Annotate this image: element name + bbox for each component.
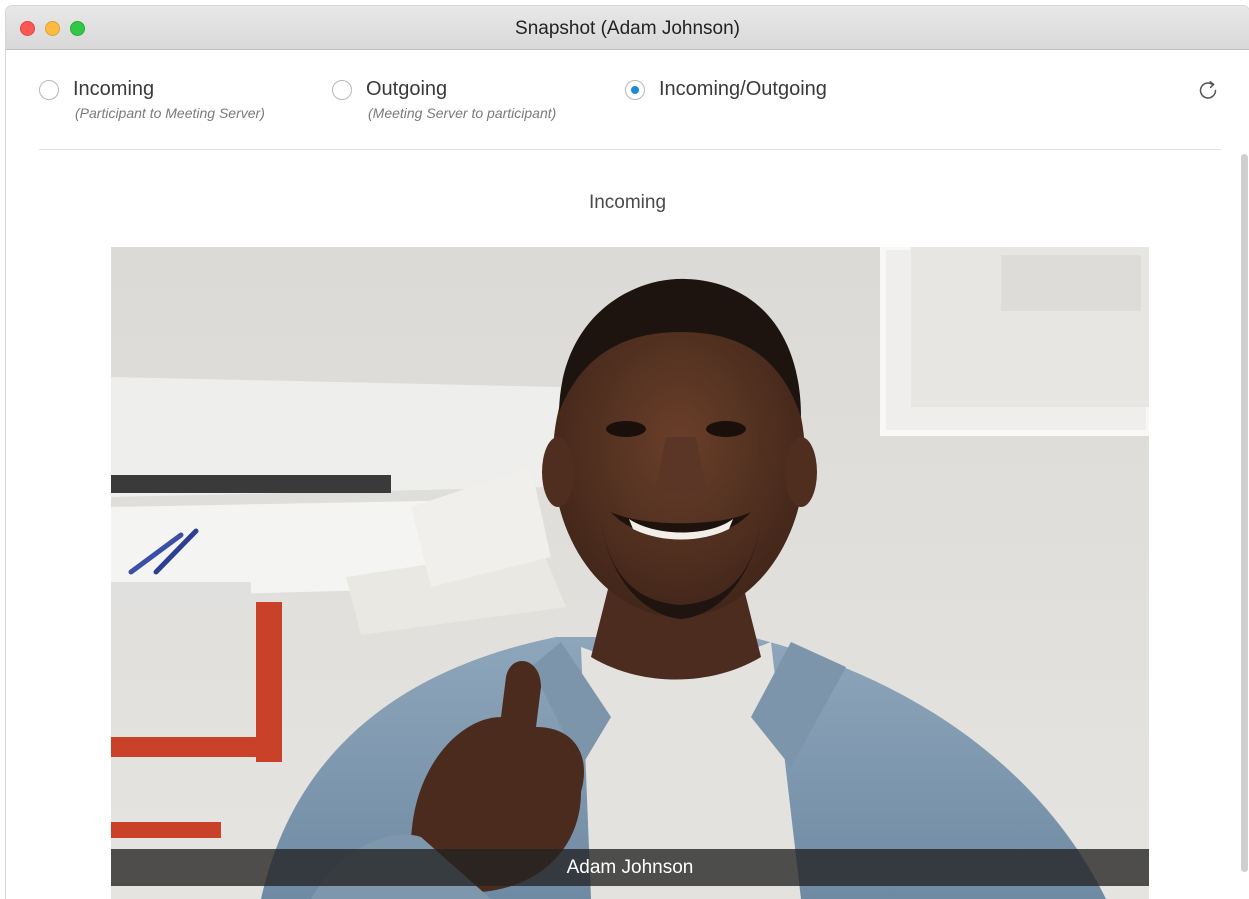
snapshot-window: Snapshot (Adam Johnson) Incoming (Partic… (6, 6, 1249, 899)
option-incoming-label[interactable]: Incoming (73, 78, 154, 101)
participant-name-bar: Adam Johnson (111, 849, 1149, 886)
title-bar[interactable]: Snapshot (Adam Johnson) (6, 6, 1249, 50)
header-divider (39, 149, 1221, 150)
radio-outgoing[interactable] (332, 80, 352, 100)
snapshot-direction-options: Incoming (Participant to Meeting Server)… (6, 50, 1249, 150)
radio-incoming[interactable] (39, 80, 59, 100)
scrollbar-thumb[interactable] (1241, 154, 1248, 872)
participant-snapshot-image: Adam Johnson (111, 247, 1149, 899)
option-incoming-sublabel: (Participant to Meeting Server) (75, 105, 265, 121)
option-outgoing-label[interactable]: Outgoing (366, 78, 447, 101)
option-outgoing-sublabel: (Meeting Server to participant) (368, 105, 557, 121)
vertical-scrollbar[interactable] (1239, 154, 1249, 876)
radio-selected-dot (631, 86, 639, 94)
refresh-icon[interactable] (1196, 78, 1220, 102)
window-title: Snapshot (Adam Johnson) (515, 18, 740, 39)
option-incoming-outgoing-label[interactable]: Incoming/Outgoing (659, 78, 827, 101)
snapshot-heading: Incoming (588, 192, 667, 213)
radio-incoming-outgoing[interactable] (625, 80, 645, 100)
snapshot-photo-illustration (111, 247, 1149, 899)
